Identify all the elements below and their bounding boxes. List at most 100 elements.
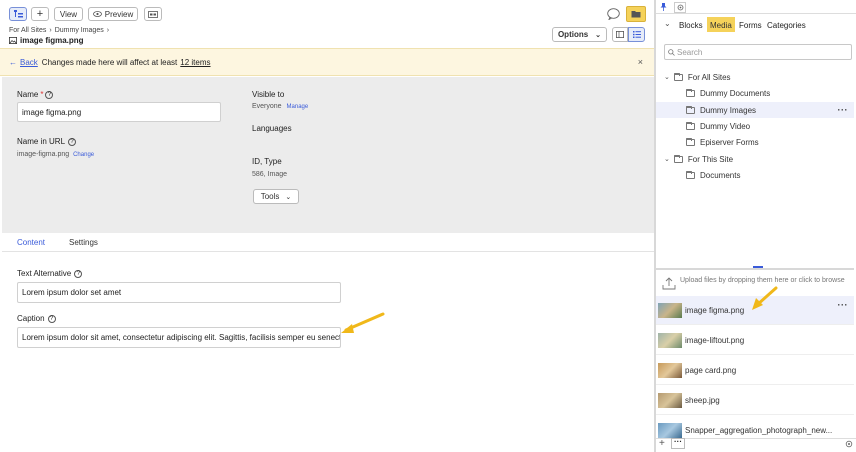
image-thumbnail bbox=[658, 332, 682, 348]
breadcrumb-item-dummy-images[interactable]: Dummy Images bbox=[55, 27, 104, 34]
tree-item-dummy-documents[interactable]: Dummy Documents bbox=[656, 85, 854, 101]
breadcrumb: For All Sites › Dummy Images › bbox=[9, 27, 109, 34]
chevron-right-icon: › bbox=[106, 27, 110, 34]
name-in-url-value: image-figma.png Change bbox=[17, 151, 95, 158]
tab-settings[interactable]: Settings bbox=[69, 238, 98, 247]
image-thumbnail bbox=[658, 423, 682, 438]
annotation-arrow bbox=[338, 310, 388, 338]
breadcrumb-item-for-all-sites[interactable]: For All Sites bbox=[9, 27, 46, 34]
help-icon[interactable]: ? bbox=[68, 137, 77, 146]
search-input[interactable]: Search bbox=[664, 44, 852, 60]
notice-bar: ← Back Changes made here will affect at … bbox=[0, 48, 654, 76]
text-alternative-input[interactable]: Lorem ipsum dolor set amet bbox=[17, 282, 341, 303]
arrow-left-icon: ← bbox=[9, 57, 17, 67]
comment-icon[interactable] bbox=[607, 8, 620, 20]
tab-forms[interactable]: Forms bbox=[739, 21, 762, 30]
view-button[interactable]: View bbox=[54, 7, 83, 21]
chevron-down-icon[interactable]: ⌄ bbox=[664, 155, 670, 163]
name-in-url-label: Name in URL ? bbox=[17, 137, 77, 146]
languages-label: Languages bbox=[252, 124, 292, 133]
page-title-text: image figma.png bbox=[20, 36, 84, 45]
search-placeholder: Search bbox=[677, 47, 703, 57]
help-icon[interactable]: ? bbox=[47, 314, 56, 323]
assets-pane-toggle[interactable] bbox=[626, 6, 646, 22]
annotation-arrow bbox=[748, 285, 780, 315]
pin-icon[interactable] bbox=[660, 3, 667, 13]
tab-blocks[interactable]: Blocks bbox=[679, 21, 703, 30]
chevron-right-icon: › bbox=[49, 27, 52, 34]
plus-icon: + bbox=[36, 7, 44, 20]
properties-panel bbox=[2, 77, 654, 233]
tree-item-dummy-video[interactable]: Dummy Video bbox=[656, 118, 854, 134]
media-item-page-card[interactable]: page card.png bbox=[656, 356, 854, 385]
right-panel-header-line bbox=[656, 13, 856, 14]
tree-item-for-this-site[interactable]: ⌄ For This Site bbox=[656, 151, 854, 167]
folder-icon bbox=[686, 88, 695, 97]
folder-icon bbox=[673, 154, 683, 163]
image-thumbnail bbox=[658, 302, 682, 318]
folder-icon bbox=[686, 137, 695, 146]
caption-input[interactable]: Lorem ipsum dolor sit amet, consectetur … bbox=[17, 327, 341, 348]
back-link[interactable]: Back bbox=[20, 58, 38, 67]
id-type-label: ID, Type bbox=[252, 157, 282, 166]
chevron-down-icon: ⌄ bbox=[595, 31, 602, 39]
tools-button[interactable]: Tools ⌄ bbox=[253, 189, 299, 204]
visible-to-label: Visible to bbox=[252, 90, 285, 99]
tree-item-dummy-images[interactable]: Dummy Images ··· bbox=[656, 102, 854, 118]
help-icon[interactable]: ? bbox=[45, 90, 54, 99]
affected-items-link[interactable]: 12 items bbox=[180, 58, 210, 67]
close-icon[interactable]: × bbox=[638, 57, 643, 67]
visible-to-value: Everyone Manage bbox=[252, 103, 309, 110]
more-options-icon[interactable]: ··· bbox=[838, 105, 849, 115]
name-label: Name * ? bbox=[17, 90, 54, 99]
list-icon bbox=[632, 31, 641, 38]
splitter-handle[interactable] bbox=[753, 266, 763, 268]
options-label: Options bbox=[557, 30, 589, 39]
tab-media[interactable]: Media bbox=[707, 17, 735, 32]
image-thumbnail bbox=[658, 392, 682, 408]
compare-button[interactable] bbox=[144, 7, 162, 21]
chevron-down-icon[interactable]: ⌄ bbox=[664, 73, 670, 81]
view-label: View bbox=[59, 9, 78, 19]
eye-icon bbox=[92, 11, 102, 17]
gear-icon[interactable] bbox=[674, 2, 686, 13]
upload-dropzone-text[interactable]: Upload files by dropping them here or cl… bbox=[680, 276, 845, 285]
image-thumbnail bbox=[658, 362, 682, 378]
page-title: image figma.png bbox=[9, 36, 84, 45]
text-alternative-label: Text Alternative ? bbox=[17, 269, 83, 278]
tree-item-for-all-sites[interactable]: ⌄ For All Sites bbox=[656, 69, 854, 85]
add-media-button[interactable]: + bbox=[659, 438, 665, 449]
id-type-value: 586, Image bbox=[252, 171, 288, 178]
settings-gear-icon[interactable] bbox=[845, 440, 853, 450]
folder-icon bbox=[686, 121, 695, 130]
tab-categories[interactable]: Categories bbox=[767, 21, 806, 30]
on-page-edit-button[interactable] bbox=[612, 27, 628, 42]
tools-label: Tools bbox=[260, 192, 280, 201]
all-properties-button[interactable] bbox=[628, 27, 645, 42]
media-item-image-liftout[interactable]: image-liftout.png bbox=[656, 326, 854, 355]
name-input[interactable]: image figma.png bbox=[17, 102, 221, 122]
options-button[interactable]: Options ⌄ bbox=[552, 27, 607, 42]
tab-content[interactable]: Content bbox=[17, 238, 45, 247]
tree-item-episerver-forms[interactable]: Episerver Forms bbox=[656, 134, 854, 150]
more-options-icon[interactable]: ··· bbox=[838, 300, 849, 310]
tabs-divider bbox=[2, 251, 654, 252]
help-icon[interactable]: ? bbox=[74, 269, 83, 278]
add-button[interactable]: + bbox=[31, 7, 49, 21]
upload-icon[interactable] bbox=[662, 276, 676, 292]
caption-label: Caption ? bbox=[17, 314, 56, 323]
chevron-down-icon[interactable]: ⌄ bbox=[664, 19, 671, 28]
media-item-sheep[interactable]: sheep.jpg bbox=[656, 386, 854, 415]
change-url-link[interactable]: Change bbox=[73, 152, 94, 158]
manage-access-link[interactable]: Manage bbox=[287, 104, 309, 110]
notice-message: Changes made here will affect at least bbox=[41, 57, 178, 67]
tree-item-documents[interactable]: Documents bbox=[656, 167, 854, 183]
toggle-navigation-button[interactable] bbox=[9, 7, 27, 21]
panel-splitter[interactable] bbox=[656, 268, 854, 270]
more-actions-button[interactable]: ··· bbox=[671, 438, 685, 449]
chevron-down-icon: ⌄ bbox=[285, 193, 292, 201]
folder-icon bbox=[686, 170, 695, 179]
preview-button[interactable]: Preview bbox=[88, 7, 138, 21]
folder-icon bbox=[631, 10, 641, 18]
image-icon bbox=[9, 37, 17, 44]
